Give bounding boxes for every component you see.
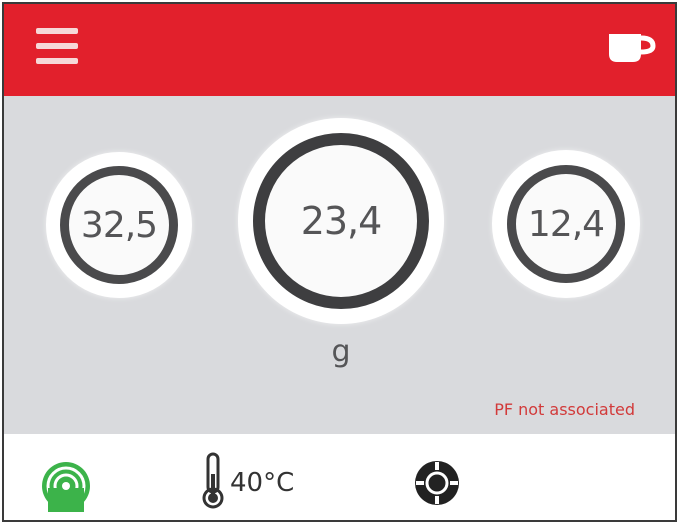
top-bar: [4, 4, 675, 96]
unit-label: g: [331, 334, 351, 369]
left-gauge[interactable]: 32,5: [46, 152, 192, 298]
left-gauge-value: 32,5: [80, 204, 158, 246]
thermometer-icon: [202, 452, 224, 509]
center-gauge-ring: 23,4: [253, 133, 429, 309]
app-frame: 32,5 23,4 12,4 g PF not associated 40°C: [2, 2, 677, 522]
left-gauge-ring: 32,5: [60, 166, 178, 284]
right-gauge[interactable]: 12,4: [492, 150, 640, 298]
temperature-value: 40°C: [230, 468, 295, 498]
wireless-signal-icon[interactable]: [38, 456, 94, 512]
dial-icon[interactable]: [412, 458, 462, 508]
right-gauge-ring: 12,4: [507, 165, 625, 283]
hamburger-menu-icon[interactable]: [30, 24, 82, 72]
temperature-indicator: 40°C: [200, 448, 294, 512]
right-gauge-value: 12,4: [527, 203, 605, 245]
main-display: 32,5 23,4 12,4 g PF not associated: [4, 96, 675, 434]
bottom-bar: 40°C: [4, 434, 675, 520]
center-gauge-value: 23,4: [300, 199, 383, 243]
status-message: PF not associated: [494, 400, 635, 419]
center-gauge[interactable]: 23,4: [238, 118, 444, 324]
coffee-cup-icon[interactable]: [603, 28, 657, 68]
